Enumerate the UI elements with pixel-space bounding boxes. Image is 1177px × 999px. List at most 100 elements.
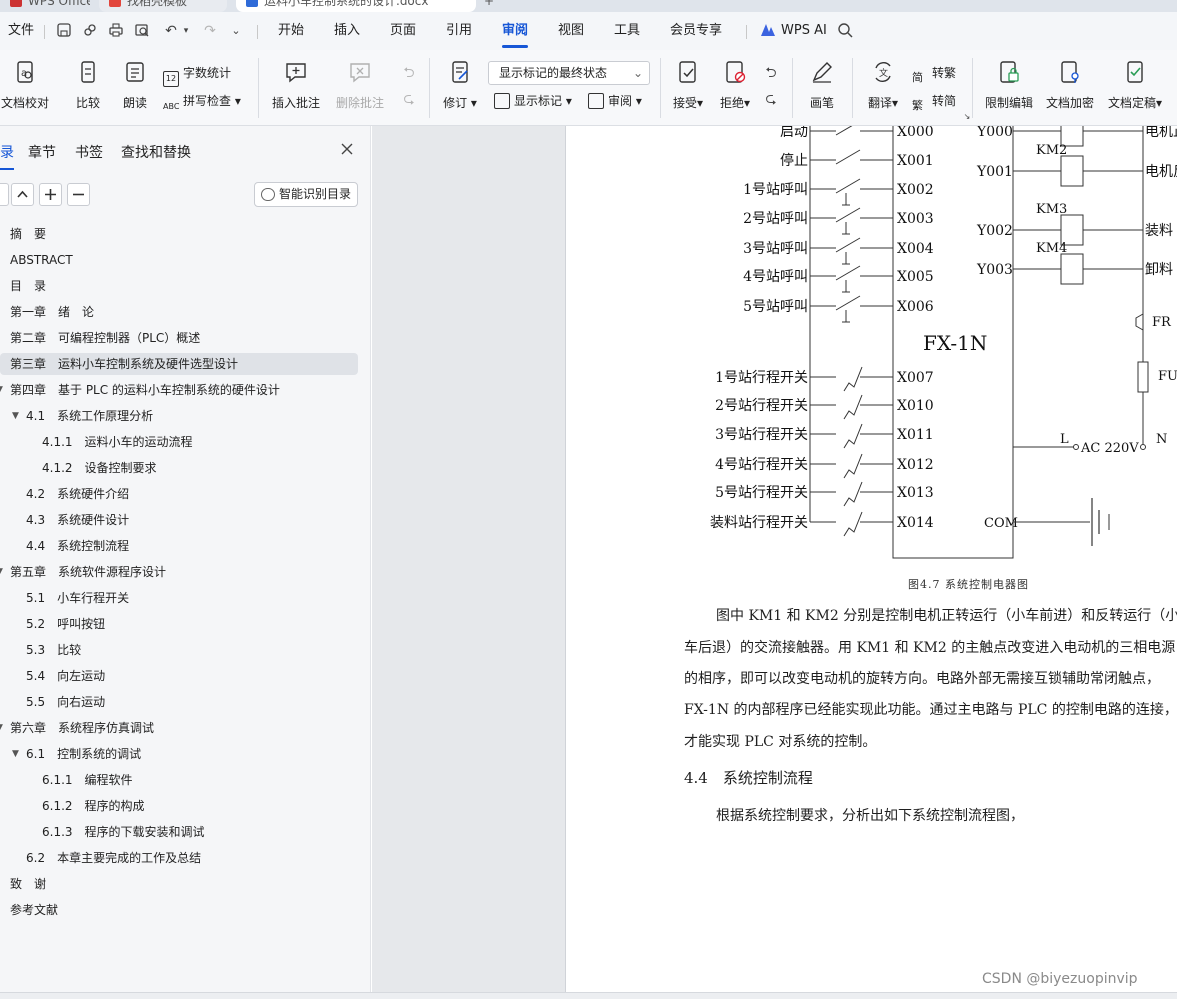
input-address: X004 — [897, 241, 934, 257]
previous-comment-icon[interactable]: ⮌ — [400, 64, 418, 82]
output-load-label: 装料 — [1145, 223, 1173, 239]
input-label: 1号站呼叫 — [743, 182, 808, 198]
toc-item[interactable]: 5.1 小车行程开关 — [0, 587, 358, 609]
search-icon[interactable] — [836, 22, 854, 40]
encrypt-button[interactable]: 文档加密 — [1043, 60, 1097, 118]
move-up-button[interactable] — [11, 183, 34, 206]
window-tab-strip: WPS Office 找稻壳模板 运料小车控制系统的设计.docx + — [0, 0, 1177, 12]
close-icon[interactable] — [338, 140, 356, 158]
expand-arrow-icon[interactable]: ▼ — [0, 379, 3, 401]
chevron-down-icon: ⌄ — [632, 66, 643, 80]
toc-item[interactable]: 参考文献 — [0, 899, 358, 921]
nav-tab-find-replace[interactable]: 查找和替换 — [121, 142, 191, 162]
spell-check-button[interactable]: ABC 拼写检查 ▾ — [163, 93, 241, 116]
next-change-icon[interactable]: ⮎ — [762, 90, 780, 108]
word-count-button[interactable]: 12 字数统计 — [163, 65, 231, 87]
section-heading: 4.4 系统控制流程 — [684, 769, 813, 787]
read-aloud-button[interactable]: 朗读 — [118, 60, 152, 118]
expand-arrow-icon[interactable]: ▼ — [12, 405, 19, 427]
wps-ai-icon[interactable] — [759, 22, 777, 40]
toc-item[interactable]: ▼第四章 基于 PLC 的运料小车控制系统的硬件设计 — [0, 379, 358, 401]
toc-item[interactable]: ▼ 6.1 控制系统的调试 — [0, 743, 358, 765]
smart-toc-button[interactable]: 智能识别目录 — [254, 182, 358, 207]
toc-item[interactable]: 5.2 呼叫按钮 — [0, 613, 358, 635]
tab-wps-office[interactable]: WPS Office — [0, 0, 90, 12]
save-icon[interactable] — [55, 22, 73, 40]
print-icon[interactable] — [107, 22, 125, 40]
doc-proof-button[interactable]: a 文档校对 — [0, 60, 50, 118]
to-simplified-button[interactable]: 繁转简 — [912, 93, 956, 114]
track-changes-button[interactable]: 修订 ▾ — [440, 60, 480, 118]
finalize-button[interactable]: 文档定稿▾ — [1103, 60, 1167, 118]
toc-item[interactable]: 4.4 系统控制流程 — [0, 535, 358, 557]
toc-item[interactable]: 6.1.2 程序的构成 — [0, 795, 358, 817]
expand-arrow-icon[interactable]: ▼ — [0, 717, 3, 739]
nav-tab-chapters[interactable]: 章节 — [28, 142, 56, 162]
toc-item[interactable]: 第二章 可编程控制器（PLC）概述 — [0, 327, 358, 349]
toc-item[interactable]: 致 谢 — [0, 873, 358, 895]
toc-item[interactable]: 5.5 向右运动 — [0, 691, 358, 713]
undo-dropdown-icon[interactable]: ▾ — [177, 22, 195, 40]
pen-button[interactable]: 画笔 — [804, 60, 840, 118]
nav-tab-toc[interactable]: 目录 — [0, 142, 14, 170]
reject-button[interactable]: 拒绝▾ — [716, 60, 754, 118]
toc-item[interactable]: 目 录 — [0, 275, 358, 297]
previous-change-icon[interactable]: ⮌ — [762, 64, 780, 82]
menu-tools[interactable]: 工具 — [614, 23, 640, 39]
link-icon[interactable] — [81, 22, 99, 40]
menu-home[interactable]: 开始 — [278, 23, 304, 39]
menu-file[interactable]: 文件 — [8, 23, 34, 39]
insert-comment-button[interactable]: 插入批注 — [270, 60, 322, 118]
expand-arrow-icon[interactable]: ▼ — [12, 743, 19, 765]
toc-item[interactable]: ▼第六章 系统程序仿真调试 — [0, 717, 358, 739]
toc-item[interactable]: 4.1.1 运料小车的运动流程 — [0, 431, 358, 453]
toc-item[interactable]: 摘 要 — [0, 223, 358, 245]
input-label: 5号站呼叫 — [743, 299, 808, 315]
toc-item[interactable]: ABSTRACT — [0, 249, 358, 271]
toc-item[interactable]: 6.1.3 程序的下载安装和调试 — [0, 821, 358, 843]
menu-references[interactable]: 引用 — [446, 23, 472, 39]
accept-button[interactable]: 接受▾ — [669, 60, 707, 118]
menu-view[interactable]: 视图 — [558, 23, 584, 39]
show-markup-button[interactable]: 显示标记 ▾ — [494, 93, 572, 109]
next-comment-icon[interactable]: ⮎ — [400, 90, 418, 108]
input-address: X007 — [897, 370, 934, 386]
toc-item[interactable]: 5.3 比较 — [0, 639, 358, 661]
toc-item[interactable]: ▼第五章 系统软件源程序设计 — [0, 561, 358, 583]
toc-item[interactable]: 第一章 绪 论 — [0, 301, 358, 323]
print-preview-icon[interactable] — [133, 22, 151, 40]
toc-item[interactable]: 第三章 运料小车控制系统及硬件选型设计 — [0, 353, 358, 375]
toc-item[interactable]: 6.1.1 编程软件 — [0, 769, 358, 791]
remove-heading-button[interactable] — [67, 183, 90, 206]
toc-item[interactable]: 4.2 系统硬件介绍 — [0, 483, 358, 505]
quick-access-dropdown-icon[interactable]: ⌄ — [227, 22, 245, 40]
markup-mode-dropdown[interactable]: 显示标记的最终状态 ⌄ — [488, 61, 650, 85]
ribbon-expand-icon[interactable]: ↘ — [958, 108, 976, 126]
menu-wps-ai[interactable]: WPS AI — [781, 23, 827, 39]
to-traditional-button[interactable]: 简转繁 — [912, 65, 956, 86]
menu-member[interactable]: 会员专享 — [670, 23, 722, 39]
review-pane-button[interactable]: 审阅 ▾ — [588, 93, 642, 109]
add-heading-button[interactable] — [39, 183, 62, 206]
toc-item[interactable]: ▼ 4.1 系统工作原理分析 — [0, 405, 358, 427]
nav-tab-bookmarks[interactable]: 书签 — [75, 142, 103, 162]
tab-template[interactable]: 找稻壳模板 — [99, 0, 227, 12]
toc-item[interactable]: 4.3 系统硬件设计 — [0, 509, 358, 531]
delete-comment-button[interactable]: 删除批注 — [330, 60, 390, 118]
menu-review[interactable]: 审阅 — [502, 23, 529, 48]
restrict-edit-button[interactable]: 限制编辑 — [982, 60, 1036, 118]
csdn-watermark: CSDN @biyezuopinvip — [982, 971, 1138, 987]
menu-bar: 文件 ↶ ▾ ↷ ⌄ 开始 插入 页面 引用 审阅 视图 工具 会员专享 WPS… — [0, 12, 1177, 50]
menu-insert[interactable]: 插入 — [334, 23, 360, 39]
translate-button[interactable]: 文 翻译▾ — [864, 60, 902, 118]
tab-document[interactable]: 运料小车控制系统的设计.docx — [236, 0, 476, 12]
toc-item[interactable]: 6.2 本章主要完成的工作及总结 — [0, 847, 358, 869]
redo-icon[interactable]: ↷ — [201, 22, 219, 40]
expand-arrow-icon[interactable]: ▼ — [0, 561, 3, 583]
compare-button[interactable]: 比较 — [68, 60, 108, 118]
toc-item[interactable]: 5.4 向左运动 — [0, 665, 358, 687]
collapse-all-button[interactable] — [0, 183, 9, 206]
new-tab-icon[interactable]: + — [484, 0, 504, 12]
menu-page[interactable]: 页面 — [390, 23, 416, 39]
toc-item[interactable]: 4.1.2 设备控制要求 — [0, 457, 358, 479]
